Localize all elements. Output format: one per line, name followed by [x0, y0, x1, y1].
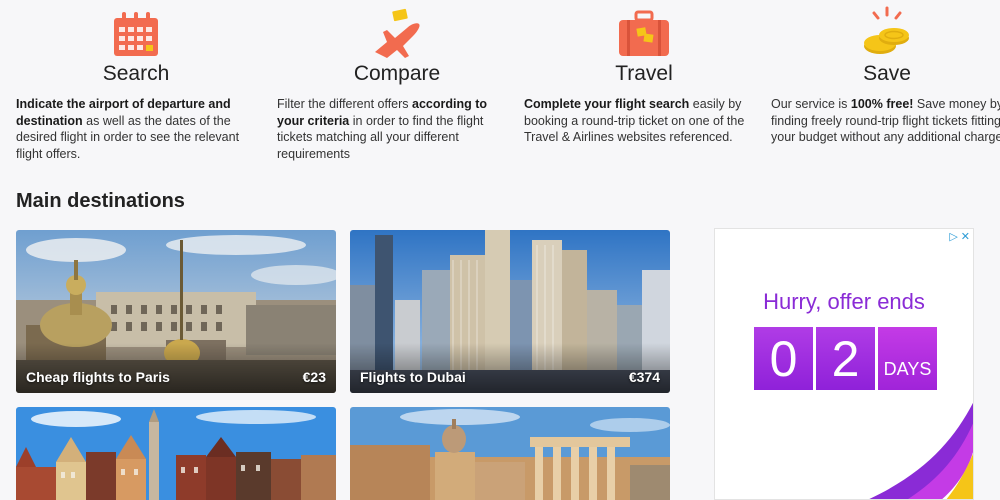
- card-overlay: [16, 343, 336, 393]
- rome-photo: [350, 407, 670, 500]
- feature-title: Travel: [615, 62, 673, 85]
- destination-label: Cheap flights to Paris: [26, 369, 170, 385]
- ad-headline: Hurry, offer ends: [763, 289, 925, 314]
- card-overlay: [350, 343, 670, 393]
- coins-icon: [771, 0, 1000, 58]
- amsterdam-photo: [16, 407, 336, 500]
- section-title: Main destinations: [16, 190, 185, 212]
- feature-travel: Travel Complete your flight search easil…: [524, 0, 764, 146]
- feature-description: Filter the different offers according to…: [277, 97, 488, 161]
- calendar-icon: [16, 0, 256, 58]
- features-row: Search Indicate the airport of departure…: [0, 0, 1000, 170]
- adchoices-icon[interactable]: ▷: [949, 231, 957, 243]
- close-icon[interactable]: ✕: [961, 231, 970, 243]
- ad-choices[interactable]: ▷ ✕: [949, 231, 970, 243]
- feature-save: Save Our service is 100% free! Save mone…: [771, 0, 1000, 146]
- destination-card-paris[interactable]: Cheap flights to Paris €23: [16, 230, 336, 393]
- destination-card-amsterdam[interactable]: [16, 407, 336, 500]
- feature-compare: Compare Filter the different offers acco…: [277, 0, 517, 162]
- countdown-digit: 0: [754, 327, 813, 390]
- feature-title: Search: [102, 62, 170, 85]
- destination-price: €374: [628, 369, 660, 385]
- feature-description: Our service is 100% free! Save money by …: [771, 97, 1000, 144]
- destination-card-rome[interactable]: [350, 407, 670, 500]
- suitcase-icon: [524, 0, 764, 58]
- airplane-icon: [277, 0, 517, 58]
- advertisement[interactable]: ▷ ✕ Hurry, offer ends 0 2 DAYS: [714, 228, 974, 500]
- feature-title: Compare: [353, 62, 441, 85]
- ad-decoration: [869, 402, 973, 499]
- destination-price: €23: [302, 369, 326, 385]
- feature-description: Complete your flight search easily by bo…: [524, 97, 745, 144]
- feature-description: Indicate the airport of departure and de…: [16, 97, 240, 161]
- destination-card-dubai[interactable]: Flights to Dubai €374: [350, 230, 670, 393]
- feature-search: Search Indicate the airport of departure…: [16, 0, 256, 162]
- destination-label: Flights to Dubai: [360, 369, 466, 385]
- feature-title: Save: [863, 62, 911, 85]
